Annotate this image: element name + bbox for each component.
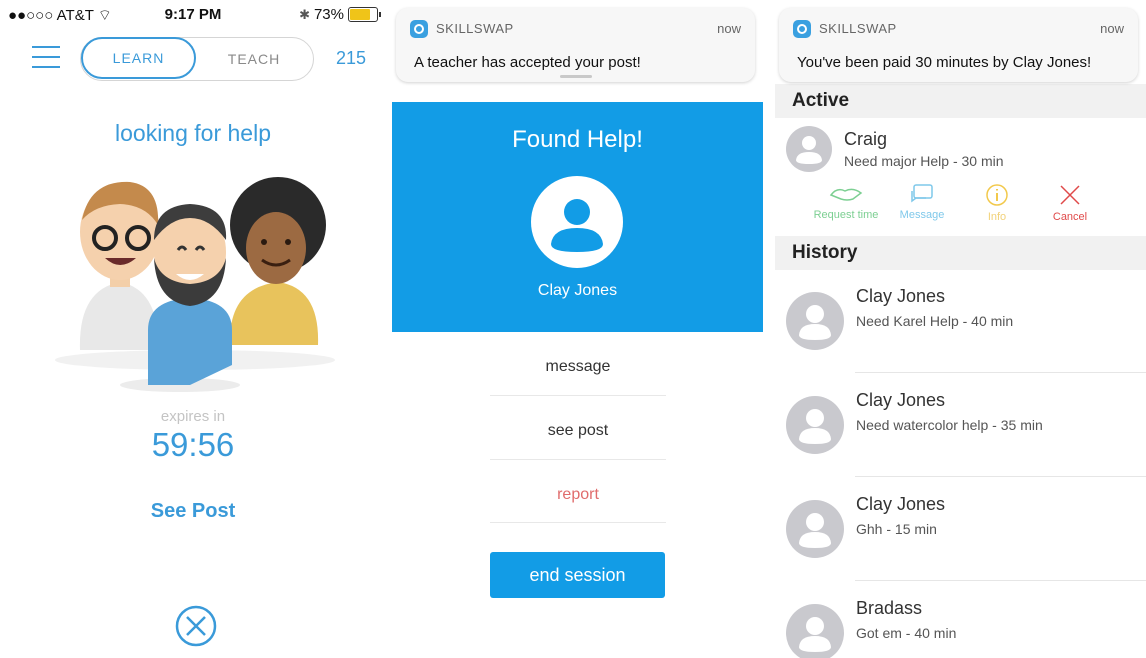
user-icon	[786, 500, 844, 558]
learn-screen: ●●○○○ AT&T ⌔ 9:17 PM ✱ 73% LEARN TEACH 2…	[0, 0, 386, 658]
found-help-screen: Found Help! Clay Jones SKILLSWAP now A t…	[392, 0, 763, 658]
tab-teach[interactable]: TEACH	[198, 38, 310, 80]
divider	[490, 459, 666, 460]
cancel-x-icon	[1060, 185, 1080, 205]
request-time-action[interactable]: Request time	[811, 183, 881, 221]
skillswap-app-icon	[410, 20, 428, 38]
history-desc: Ghh - 15 min	[856, 521, 937, 537]
active-request-desc: Need major Help - 30 min	[844, 153, 1004, 169]
request-time-label: Request time	[813, 209, 879, 221]
message-action[interactable]: Message	[887, 183, 957, 221]
skillswap-app-icon	[793, 20, 811, 38]
divider	[855, 372, 1146, 373]
learn-teach-toggle: LEARN TEACH	[80, 37, 314, 81]
close-circle-icon[interactable]	[174, 604, 218, 648]
credits-count: 215	[335, 48, 367, 68]
info-action[interactable]: Info	[962, 183, 1032, 223]
notification-time: now	[717, 21, 741, 36]
user-icon[interactable]	[531, 176, 623, 268]
divider	[490, 395, 666, 396]
history-name: Clay Jones	[856, 286, 946, 306]
notification-app-name: SKILLSWAP	[819, 21, 897, 36]
notification-message: You've been paid 30 minutes by Clay Jone…	[797, 54, 1092, 71]
history-header-label: History	[792, 242, 858, 263]
battery-icon	[348, 7, 381, 22]
see-post-option[interactable]: see post	[490, 422, 666, 440]
cancel-action[interactable]: Cancel	[1035, 183, 1105, 223]
notification-message: A teacher has accepted your post!	[414, 54, 641, 71]
battery-indicator: ✱ 73%	[299, 6, 381, 23]
chat-icon	[911, 184, 933, 203]
battery-percent: 73%	[313, 6, 344, 23]
bluetooth-icon: ✱	[299, 6, 310, 22]
cancel-label: Cancel	[1052, 211, 1088, 223]
found-help-panel: Found Help! Clay Jones	[392, 102, 763, 332]
tab-learn[interactable]: LEARN	[81, 37, 196, 79]
info-label: Info	[987, 211, 1007, 223]
report-option[interactable]: report	[490, 486, 666, 504]
history-name: Clay Jones	[856, 390, 946, 410]
history-desc: Need watercolor help - 35 min	[856, 417, 1043, 433]
end-session-button[interactable]: end session	[490, 552, 665, 598]
history-header: History	[775, 236, 1146, 270]
found-title: Found Help!	[512, 126, 643, 153]
info-icon	[986, 184, 1008, 206]
notification-grabber	[559, 75, 592, 78]
notification-banner[interactable]: SKILLSWAP now You've been paid 30 minute…	[779, 8, 1138, 82]
active-user-name[interactable]: Craig	[844, 129, 887, 150]
hamburger-icon[interactable]	[32, 46, 60, 70]
countdown-timer: 59:56	[151, 426, 235, 463]
history-desc: Need Karel Help - 40 min	[856, 313, 1014, 329]
notification-app-name: SKILLSWAP	[436, 21, 514, 36]
handshake-icon	[829, 188, 863, 201]
active-header-label: Active	[792, 90, 850, 111]
history-name: Clay Jones	[856, 494, 946, 514]
looking-status: looking for help	[115, 120, 271, 146]
divider	[855, 580, 1146, 581]
user-icon	[786, 396, 844, 454]
people-illustration	[55, 177, 335, 392]
user-icon	[786, 292, 844, 350]
user-icon	[786, 604, 844, 658]
divider	[855, 476, 1146, 477]
history-name: Bradass	[856, 598, 923, 618]
status-bar: ●●○○○ AT&T ⌔ 9:17 PM ✱ 73%	[0, 0, 386, 30]
message-label: Message	[899, 209, 945, 221]
active-header: Active	[775, 84, 1146, 118]
history-desc: Got em - 40 min	[856, 625, 957, 641]
user-icon	[786, 126, 832, 172]
sessions-screen: Active SKILLSWAP now You've been paid 30…	[775, 0, 1146, 658]
expires-label: expires in	[160, 408, 226, 425]
notification-time: now	[1100, 21, 1124, 36]
teacher-name: Clay Jones	[537, 282, 618, 299]
see-post-link[interactable]: See Post	[0, 500, 386, 523]
message-option[interactable]: message	[490, 358, 666, 376]
divider	[490, 522, 666, 523]
notification-banner[interactable]: SKILLSWAP now A teacher has accepted you…	[396, 8, 755, 82]
